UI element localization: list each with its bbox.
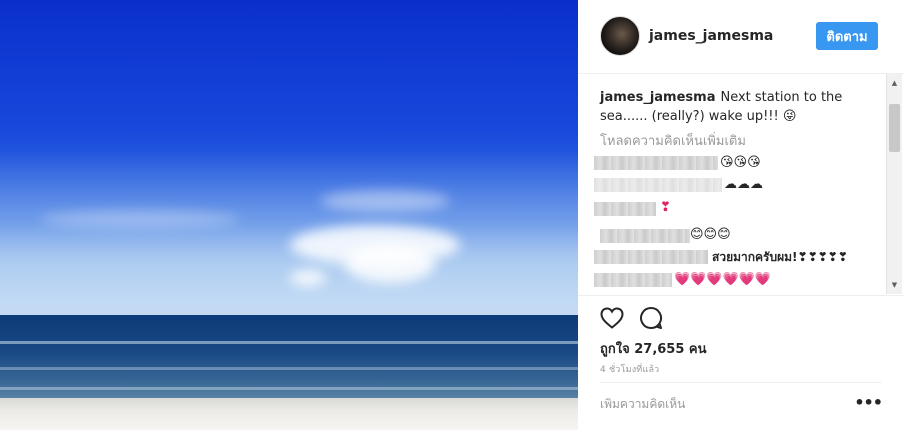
comment-text: 😊😊😊 [690,227,731,242]
cloud [290,270,326,286]
comment-text: สวยมากครับผม!❣❣❣❣❣ [712,250,848,264]
scroll-thumb[interactable] [889,104,900,152]
list-item: ❣ [578,200,878,218]
post-time[interactable]: 4 ชั่วโมงที่แล้ว [600,362,659,376]
cloud [345,245,435,283]
post-actions: ถูกใจ 27,655 คน 4 ชั่วโมงที่แล้ว ••• [578,295,904,431]
more-options-icon[interactable]: ••• [854,393,883,412]
caption: james_jamesma Next station to the sea....… [600,88,880,126]
wave [0,367,578,370]
beach-sand [0,398,578,430]
cloud [320,190,450,212]
redacted-username [594,202,656,216]
caption-username[interactable]: james_jamesma [600,90,715,105]
scroll-down-arrow-icon[interactable]: ▼ [887,278,902,292]
scroll-up-arrow-icon[interactable]: ▲ [887,76,902,90]
post-username[interactable]: james_jamesma [649,28,773,44]
comments-list: james_jamesma Next station to the sea....… [578,74,904,294]
add-comment-area: ••• [600,382,883,427]
list-item: 😘😘😘 [578,154,878,172]
avatar[interactable] [600,16,640,56]
comment-text: 💗💗💗💗💗💗 [674,272,772,287]
list-item: 💗💗💗💗💗💗 [578,271,878,289]
comment-text: ☁☁☁ [724,177,763,192]
list-item: สวยมากครับผม!❣❣❣❣❣ [578,248,878,266]
wave [0,387,578,390]
redacted-username [594,273,672,287]
post-photo[interactable] [0,0,578,430]
comments-scrollbar[interactable]: ▲ ▼ [886,74,902,294]
comment-input[interactable] [600,397,840,411]
comment-bubble-icon [640,306,662,329]
list-item: 😊😊😊 [578,226,878,244]
load-more-comments[interactable]: โหลดความคิดเห็นเพิ่มเติม [600,130,746,151]
likes-count[interactable]: ถูกใจ 27,655 คน [600,338,707,359]
sky-haze [0,150,578,320]
list-item: ☁☁☁ [578,176,878,194]
cloud [40,210,240,228]
redacted-username [594,156,718,170]
redacted-username [594,250,708,264]
redacted-username [594,178,722,192]
comment-text: ❣ [660,200,671,215]
post-side-panel: james_jamesma ติดตาม james_jamesma Next s… [578,0,904,430]
redacted-username [600,229,690,243]
post-header: james_jamesma ติดตาม [578,0,904,74]
comment-text: 😘😘😘 [720,155,761,170]
follow-button[interactable]: ติดตาม [816,22,878,50]
heart-icon [600,307,624,329]
like-button[interactable] [598,304,626,332]
comment-button[interactable] [637,304,665,332]
wave [0,341,578,344]
sea [0,315,578,400]
